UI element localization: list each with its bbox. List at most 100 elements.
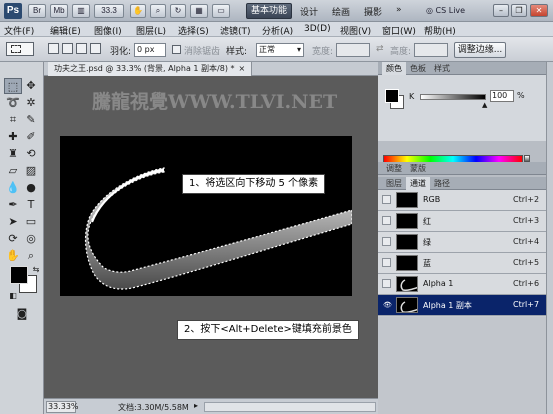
- menu-3d[interactable]: 3D(D): [304, 24, 331, 34]
- menu-analysis[interactable]: 分析(A): [262, 24, 293, 37]
- image-canvas[interactable]: [60, 136, 352, 296]
- k-value-input[interactable]: 100: [490, 90, 514, 102]
- menu-select[interactable]: 选择(S): [178, 24, 209, 37]
- tool-preset-picker[interactable]: [6, 42, 34, 56]
- menu-view[interactable]: 视图(V): [340, 24, 371, 37]
- rect-marquee-tool[interactable]: ⬚: [4, 78, 22, 94]
- visibility-toggle[interactable]: [382, 237, 391, 246]
- channel-row-green[interactable]: 绿 Ctrl+4: [378, 232, 553, 253]
- view-extras-button[interactable]: ▥: [72, 4, 90, 18]
- refine-edge-button[interactable]: 调整边缘...: [454, 42, 506, 58]
- minibridge-button[interactable]: Mb: [50, 4, 68, 18]
- rotate-view-button[interactable]: ↻: [170, 4, 186, 18]
- eraser-tool[interactable]: ▱: [4, 163, 22, 179]
- new-selection-icon[interactable]: [48, 43, 59, 54]
- bridge-button[interactable]: Br: [28, 4, 46, 18]
- tab-swatches[interactable]: 色板: [406, 62, 430, 75]
- tab-channels[interactable]: 通道: [406, 177, 430, 190]
- brush-tool[interactable]: ✐: [22, 129, 40, 145]
- add-selection-icon[interactable]: [62, 43, 73, 54]
- intersect-selection-icon[interactable]: [90, 43, 101, 54]
- workspace-design[interactable]: 设计: [300, 5, 318, 18]
- minimize-button[interactable]: –: [493, 4, 509, 17]
- workspace-essentials[interactable]: 基本功能: [246, 3, 292, 19]
- shape-tool[interactable]: ▭: [22, 214, 40, 230]
- move-tool[interactable]: ✥: [22, 78, 40, 94]
- clone-stamp-tool[interactable]: ♜: [4, 146, 22, 162]
- channel-thumbnail: [396, 192, 418, 208]
- quick-mask-button[interactable]: ◙: [13, 306, 31, 322]
- k-slider[interactable]: [420, 94, 486, 100]
- close-button[interactable]: ✕: [530, 4, 548, 17]
- workspace-painting[interactable]: 绘画: [332, 5, 350, 18]
- menu-help[interactable]: 帮助(H): [424, 24, 456, 37]
- menu-file[interactable]: 文件(F): [4, 24, 34, 37]
- zoom-tool-button[interactable]: ⌕: [150, 4, 166, 18]
- document-tab[interactable]: 功夫之王.psd @ 33.3% (背景, Alpha 1 副本/8) * ×: [48, 62, 253, 76]
- feather-input[interactable]: 0 px: [134, 43, 166, 57]
- visibility-toggle[interactable]: [382, 195, 391, 204]
- tab-styles[interactable]: 样式: [430, 62, 454, 75]
- visibility-toggle[interactable]: [382, 279, 391, 288]
- color-foreground-swatch[interactable]: [385, 89, 399, 103]
- restore-button[interactable]: ❐: [511, 4, 527, 17]
- channel-row-blue[interactable]: 蓝 Ctrl+5: [378, 253, 553, 274]
- channel-row-alpha-1-copy[interactable]: 👁 Alpha 1 副本 Ctrl+7: [378, 295, 553, 316]
- panel-vertical-scrollbar[interactable]: [546, 62, 553, 414]
- style-value: 正常: [259, 45, 275, 54]
- workspace-photography[interactable]: 摄影: [364, 5, 382, 18]
- healing-brush-tool[interactable]: ✚: [4, 129, 22, 145]
- k-slider-thumb-icon[interactable]: ▲: [482, 101, 487, 109]
- menu-window[interactable]: 窗口(W): [382, 24, 416, 37]
- menu-filter[interactable]: 滤镜(T): [220, 24, 251, 37]
- eyedropper-tool[interactable]: ✎: [22, 112, 40, 128]
- type-tool[interactable]: T: [22, 197, 40, 213]
- subtract-selection-icon[interactable]: [76, 43, 87, 54]
- menu-image[interactable]: 图像(I): [94, 24, 122, 37]
- default-colors-icon[interactable]: ◧: [4, 288, 22, 304]
- zoom-level-menu[interactable]: 33.3: [94, 4, 124, 18]
- pen-tool[interactable]: ✒: [4, 197, 22, 213]
- 3d-rotate-tool[interactable]: ⟳: [4, 231, 22, 247]
- horizontal-scrollbar[interactable]: [204, 402, 376, 412]
- style-select[interactable]: 正常 ▾: [256, 43, 304, 57]
- swap-colors-icon[interactable]: ⇆: [30, 262, 42, 278]
- status-menu-icon[interactable]: ▸: [194, 401, 198, 410]
- gradient-tool[interactable]: ▨: [22, 163, 40, 179]
- visibility-toggle[interactable]: [382, 258, 391, 267]
- arrange-documents-button[interactable]: ▦: [190, 4, 208, 18]
- lasso-tool[interactable]: ➰: [4, 95, 22, 111]
- photoshop-logo: Ps: [4, 3, 22, 19]
- eye-icon[interactable]: 👁: [382, 300, 392, 309]
- foreground-color-swatch[interactable]: [10, 266, 28, 284]
- zoom-field[interactable]: 33.33%: [46, 401, 79, 413]
- magic-wand-tool[interactable]: ✲: [22, 95, 40, 111]
- tab-color[interactable]: 颜色: [382, 62, 406, 75]
- tail-artwork: [84, 167, 352, 290]
- tab-masks[interactable]: 蒙版: [406, 162, 430, 175]
- dodge-tool[interactable]: ●: [22, 180, 40, 196]
- blur-tool[interactable]: 💧: [4, 180, 22, 196]
- channel-row-alpha-1[interactable]: Alpha 1 Ctrl+6: [378, 274, 553, 295]
- options-bar: 羽化: 0 px 消除锯齿 样式: 正常 ▾ 宽度: ⇄ 高度: 调整边缘...: [0, 37, 553, 62]
- workspace-more[interactable]: »: [396, 5, 402, 15]
- close-tab-icon[interactable]: ×: [239, 64, 246, 73]
- hand-tool-button[interactable]: ✋: [130, 4, 146, 18]
- visibility-toggle[interactable]: [382, 216, 391, 225]
- tab-layers[interactable]: 图层: [382, 177, 406, 190]
- channel-row-rgb[interactable]: RGB Ctrl+2: [378, 190, 553, 211]
- tab-adjustments[interactable]: 调整: [382, 162, 406, 175]
- history-brush-tool[interactable]: ⟲: [22, 146, 40, 162]
- document-size: 文档:3.30M/5.58M: [118, 403, 189, 412]
- crop-tool[interactable]: ⌗: [4, 112, 22, 128]
- cs-live-button[interactable]: ◎ CS Live: [426, 4, 484, 18]
- 3d-orbit-tool[interactable]: ◎: [22, 231, 40, 247]
- tab-paths[interactable]: 路径: [430, 177, 454, 190]
- menu-edit[interactable]: 编辑(E): [50, 24, 81, 37]
- screen-mode-button[interactable]: ▭: [212, 4, 230, 18]
- path-selection-tool[interactable]: ➤: [4, 214, 22, 230]
- channel-row-red[interactable]: 红 Ctrl+3: [378, 211, 553, 232]
- antialias-checkbox[interactable]: [172, 45, 181, 54]
- hand-tool[interactable]: ✋: [4, 248, 22, 264]
- menu-layer[interactable]: 图层(L): [136, 24, 166, 37]
